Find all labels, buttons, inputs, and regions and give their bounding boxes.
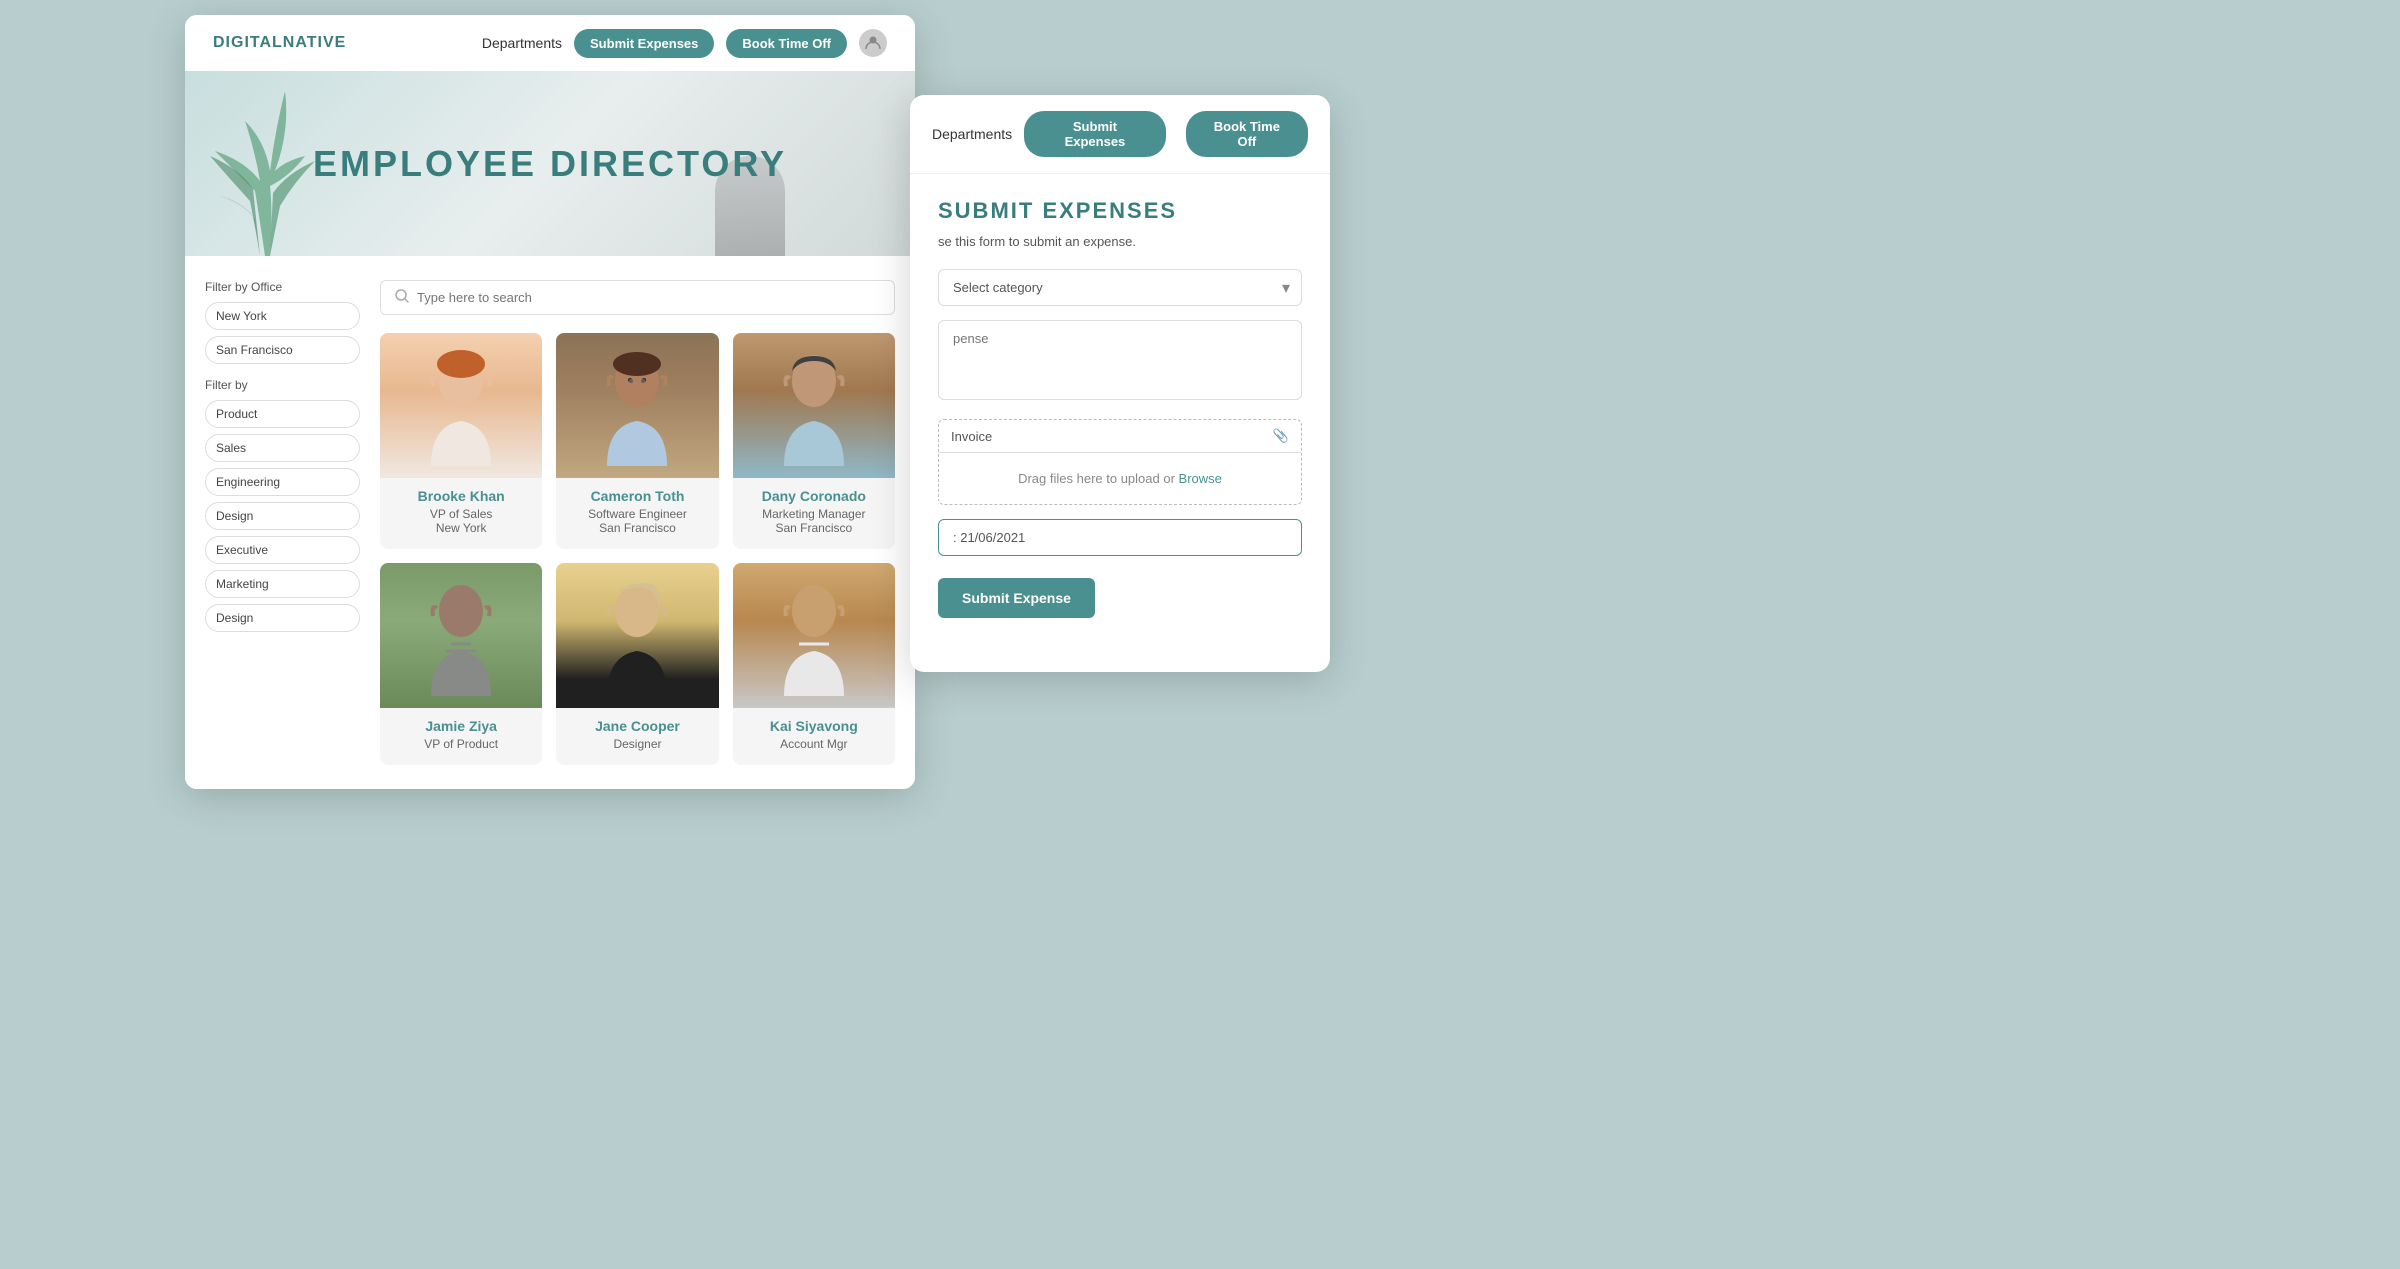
date-field: [938, 519, 1302, 556]
employee-photo: [556, 563, 718, 708]
employee-title: Software Engineer: [556, 507, 718, 521]
expenses-nav-submit-button[interactable]: Submit Expenses: [1024, 111, 1166, 157]
search-bar[interactable]: [380, 280, 895, 315]
filter-by-office-label: Filter by Office: [205, 280, 360, 294]
expenses-subtitle: se this form to submit an expense.: [938, 234, 1302, 249]
main-nav: DIGITALNATIVE Departments Submit Expense…: [185, 15, 915, 71]
hero-title: EMPLOYEE DIRECTORY: [313, 143, 787, 185]
employee-location: San Francisco: [556, 521, 718, 535]
description-field: [938, 320, 1302, 405]
nav-departments[interactable]: Departments: [482, 35, 562, 51]
description-textarea[interactable]: [938, 320, 1302, 400]
filter-design[interactable]: Design: [205, 502, 360, 530]
employee-name: Jamie Ziya: [380, 718, 542, 734]
employee-photo: [733, 333, 895, 478]
employee-title: VP of Product: [380, 737, 542, 751]
employee-card[interactable]: Brooke Khan VP of Sales New York: [380, 333, 542, 549]
nav-submit-expenses-button[interactable]: Submit Expenses: [574, 29, 714, 58]
upload-label-row: Invoice 📎: [939, 420, 1301, 453]
expenses-title: SUBMIT EXPENSES: [938, 198, 1302, 224]
app-logo: DIGITALNATIVE: [213, 34, 482, 52]
employee-grid: Brooke Khan VP of Sales New York: [380, 333, 895, 765]
expenses-window: Departments Submit Expenses Book Time Of…: [910, 95, 1330, 672]
upload-label: Invoice: [951, 429, 992, 444]
expenses-nav-departments[interactable]: Departments: [932, 126, 1012, 142]
employee-name: Dany Coronado: [733, 488, 895, 504]
filter-sales[interactable]: Sales: [205, 434, 360, 462]
submit-expense-button[interactable]: Submit Expense: [938, 578, 1095, 618]
employee-photo: [380, 563, 542, 708]
employee-card[interactable]: Cameron Toth Software Engineer San Franc…: [556, 333, 718, 549]
file-upload-area[interactable]: Invoice 📎 Drag files here to upload or B…: [938, 419, 1302, 505]
upload-browse-link[interactable]: Browse: [1179, 471, 1222, 486]
sidebar-filters: Filter by Office New York San Francisco …: [205, 280, 360, 765]
upload-drop-text: Drag files here to upload or: [1018, 471, 1178, 486]
filter-by-label: Filter by: [205, 378, 360, 392]
employee-photo: [733, 563, 895, 708]
employee-name: Jane Cooper: [556, 718, 718, 734]
search-icon: [395, 289, 409, 306]
directory-window: DIGITALNATIVE Departments Submit Expense…: [185, 15, 915, 789]
employee-photo: [556, 333, 718, 478]
filter-new-york[interactable]: New York: [205, 302, 360, 330]
upload-drop-area[interactable]: Drag files here to upload or Browse: [939, 453, 1301, 504]
employee-location: New York: [380, 521, 542, 535]
employee-name: Brooke Khan: [380, 488, 542, 504]
expenses-body: SUBMIT EXPENSES se this form to submit a…: [910, 174, 1330, 642]
filter-marketing[interactable]: Marketing: [205, 570, 360, 598]
employee-title: Designer: [556, 737, 718, 751]
employee-area: Brooke Khan VP of Sales New York: [380, 280, 895, 765]
expenses-nav: Departments Submit Expenses Book Time Of…: [910, 95, 1330, 174]
upload-field: Invoice 📎 Drag files here to upload or B…: [938, 419, 1302, 505]
employee-photo: [380, 333, 542, 478]
category-select[interactable]: Select category Travel Meals Equipment O…: [938, 269, 1302, 306]
user-avatar-icon[interactable]: [859, 29, 887, 57]
date-input[interactable]: [938, 519, 1302, 556]
filter-san-francisco[interactable]: San Francisco: [205, 336, 360, 364]
category-field: Select category Travel Meals Equipment O…: [938, 269, 1302, 306]
employee-card[interactable]: Jane Cooper Designer: [556, 563, 718, 765]
employee-location: San Francisco: [733, 521, 895, 535]
expenses-nav-links: Departments: [932, 126, 1012, 142]
filter-design-2[interactable]: Design: [205, 604, 360, 632]
search-input[interactable]: [417, 290, 880, 305]
paperclip-icon: 📎: [1273, 428, 1289, 444]
main-content: Filter by Office New York San Francisco …: [185, 256, 915, 789]
filter-product[interactable]: Product: [205, 400, 360, 428]
nav-book-time-off-button[interactable]: Book Time Off: [726, 29, 847, 58]
hero-plant-decoration: [205, 71, 325, 256]
filter-engineering[interactable]: Engineering: [205, 468, 360, 496]
employee-name: Cameron Toth: [556, 488, 718, 504]
hero-banner: EMPLOYEE DIRECTORY: [185, 71, 915, 256]
employee-card[interactable]: Kai Siyavong Account Mgr: [733, 563, 895, 765]
expenses-nav-book-time-off-button[interactable]: Book Time Off: [1186, 111, 1308, 157]
filter-executive[interactable]: Executive: [205, 536, 360, 564]
employee-title: VP of Sales: [380, 507, 542, 521]
employee-title: Marketing Manager: [733, 507, 895, 521]
employee-card[interactable]: Dany Coronado Marketing Manager San Fran…: [733, 333, 895, 549]
nav-links: Departments Submit Expenses Book Time Of…: [482, 29, 887, 58]
employee-name: Kai Siyavong: [733, 718, 895, 734]
employee-title: Account Mgr: [733, 737, 895, 751]
employee-card[interactable]: Jamie Ziya VP of Product: [380, 563, 542, 765]
